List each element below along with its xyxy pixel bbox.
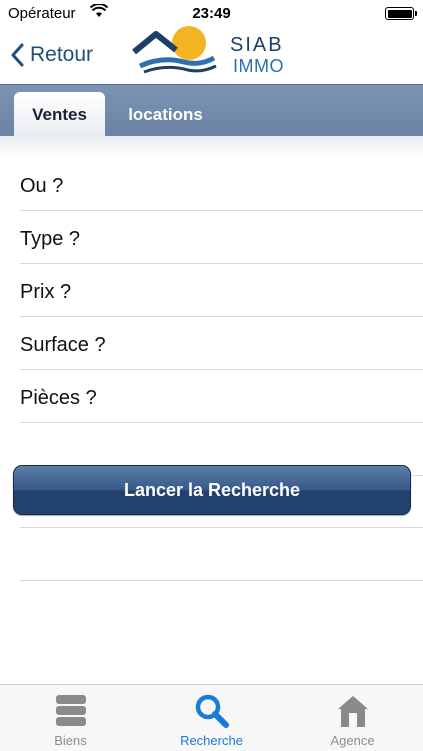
house-icon [336, 694, 370, 733]
criteria-type[interactable]: Type ? [20, 211, 423, 264]
launch-search-button[interactable]: Lancer la Recherche [13, 465, 411, 515]
criteria-location[interactable]: Ou ? [20, 158, 423, 211]
back-label: Retour [30, 43, 94, 66]
tab-locations[interactable]: locations [118, 92, 213, 137]
tab-agence-label: Agence [330, 733, 375, 748]
tab-recherche-label: Recherche [180, 733, 243, 748]
segment-shadow [0, 136, 423, 156]
tab-bar: Biens Recherche Agence [0, 684, 423, 751]
criteria-price[interactable]: Prix ? [20, 264, 423, 317]
tab-biens-label: Biens [54, 733, 87, 748]
tab-biens[interactable]: Biens [0, 685, 141, 751]
criteria-list: Ou ? Type ? Prix ? Surface ? Pièces ? [0, 158, 423, 476]
tab-recherche[interactable]: Recherche [141, 685, 282, 751]
chevron-left-icon [11, 43, 24, 67]
tab-ventes[interactable]: Ventes [14, 92, 105, 137]
back-button[interactable]: Retour [10, 40, 93, 70]
logo-text-siab: SIAB [230, 34, 284, 56]
clock: 23:49 [192, 5, 231, 22]
database-icon [54, 694, 88, 733]
divider [20, 527, 423, 528]
tab-agence[interactable]: Agence [282, 685, 423, 751]
criteria-surface[interactable]: Surface ? [20, 317, 423, 370]
search-icon [195, 694, 229, 733]
navigation-bar: Retour SIAB IMMO [0, 26, 423, 84]
criteria-rooms[interactable]: Pièces ? [20, 370, 423, 423]
status-bar: Opérateur 23:49 [0, 0, 423, 26]
divider [20, 580, 423, 581]
segment-bar: Ventes locations [0, 84, 423, 137]
logo-text-immo: IMMO [233, 56, 284, 76]
battery-icon [385, 7, 417, 20]
